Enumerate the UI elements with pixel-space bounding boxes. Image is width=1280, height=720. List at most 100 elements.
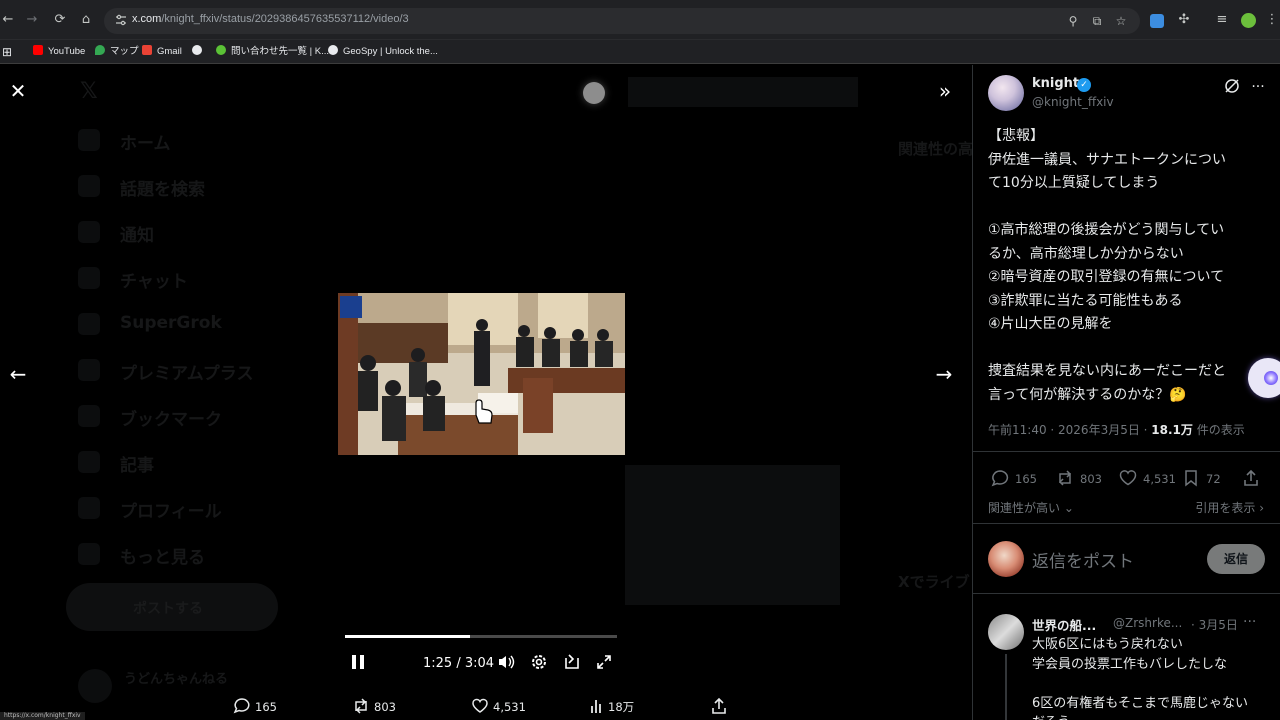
reading-list-icon[interactable]: ≡ (1214, 12, 1230, 28)
next-media-icon[interactable]: → (927, 357, 961, 391)
more-options-icon[interactable]: ··· (1249, 78, 1267, 96)
view-quotes-link[interactable]: 引用を表示 › (1195, 499, 1264, 516)
repost-stat[interactable]: 803 (1055, 468, 1102, 489)
grok-assistant-button[interactable] (1248, 358, 1280, 398)
bookmark-contacts[interactable]: 問い合わせ先一覧 | K... (216, 44, 329, 60)
forward-icon[interactable]: → (24, 12, 40, 28)
author-avatar[interactable] (988, 75, 1024, 111)
post-text-line (988, 337, 1263, 361)
video-reply-action[interactable]: 165 (233, 697, 277, 717)
bookmark-geospy[interactable]: GeoSpy | Unlock the... (328, 44, 438, 60)
reload-icon[interactable]: ⟳ (52, 12, 68, 28)
video-progress-bar[interactable] (345, 635, 617, 638)
site-settings-icon[interactable] (114, 13, 128, 27)
openai-icon (192, 45, 202, 55)
menu-icon[interactable]: ⋮ (1264, 12, 1280, 28)
video-repost-action[interactable]: 803 (352, 697, 396, 717)
bookmark-count: 72 (1206, 472, 1221, 486)
home-icon[interactable]: ⌂ (78, 12, 94, 28)
address-bar[interactable]: x.com/knight_ffxiv/status/20293864576355… (104, 8, 1140, 34)
current-user-avatar[interactable] (988, 541, 1024, 577)
author-handle[interactable]: @knight_ffxiv (1032, 95, 1114, 109)
dock-icon (565, 654, 579, 669)
tbs-logo (340, 296, 362, 318)
reply-stat[interactable]: 165 (990, 468, 1037, 489)
gear-icon (532, 655, 546, 669)
reply-icon (233, 698, 250, 714)
background-nav-item: 通知 (120, 226, 154, 246)
fullscreen-button[interactable] (596, 653, 612, 675)
post-text-line: 言って何が解決するのかな？🤔 (988, 386, 1187, 403)
video-player[interactable] (338, 293, 625, 455)
bookmark-gmail[interactable]: Gmail (142, 44, 182, 60)
url-text: x.com/knight_ffxiv/status/20293864576355… (132, 13, 409, 25)
grok-icon[interactable] (1223, 78, 1241, 96)
volume-button[interactable] (497, 653, 515, 675)
bookmark-maps[interactable]: マップ (95, 44, 139, 60)
bookmark-stat[interactable]: 72 (1181, 468, 1221, 489)
reply-author-avatar[interactable] (988, 614, 1024, 650)
background-nav-item: プロフィール (120, 502, 222, 522)
extensions-puzzle-icon[interactable]: ✣ (1176, 12, 1192, 28)
extension-icon[interactable] (1150, 14, 1164, 28)
post-meta: 午前11:40 · 2026年3月5日 · 18.1万 件の表示 (988, 421, 1245, 438)
divider (973, 451, 1280, 452)
profile-avatar[interactable] (1241, 13, 1256, 28)
like-stat[interactable]: 4,531 (1118, 468, 1176, 489)
dock-button[interactable] (563, 653, 581, 675)
post-text-line: 伊佐進一議員、サナエトークンについ (988, 151, 1226, 168)
star-icon[interactable]: ☆ (1114, 14, 1128, 28)
thread-line (1005, 654, 1007, 720)
divider (973, 593, 1280, 594)
post-view-suffix: 件の表示 (1192, 423, 1245, 437)
background-nav-icon (78, 497, 100, 519)
post-text-line: ①高市総理の後援会がどう関与してい (988, 222, 1225, 238)
repost-icon (355, 698, 367, 714)
reply-input[interactable]: 返信をポスト (1032, 547, 1134, 572)
previous-media-icon[interactable]: ← (1, 357, 35, 391)
close-icon[interactable]: ✕ (1, 74, 35, 108)
grok-orb-icon (1264, 371, 1278, 385)
cursor-highlight (583, 82, 605, 104)
video-like-count: 4,531 (493, 700, 526, 714)
install-app-icon[interactable]: ⧉ (1090, 14, 1104, 28)
video-share-action[interactable] (710, 697, 732, 717)
bookmark-openai[interactable] (192, 44, 207, 60)
reply-more-icon[interactable]: ··· (1243, 614, 1256, 630)
background-nav-icon (78, 175, 100, 197)
post-text-line: 【悲報】 (988, 128, 1044, 144)
post-view-count: 18.1万 (1151, 423, 1193, 437)
repost-icon (1058, 470, 1072, 486)
author-name[interactable]: knight (1032, 76, 1079, 91)
apps-grid-icon[interactable]: ⊞ (2, 44, 12, 60)
background-nav-item: SuperGrok (120, 313, 222, 333)
reply-author-handle[interactable]: @Zrshrke... (1113, 616, 1182, 630)
pause-button[interactable] (350, 653, 366, 675)
bookmark-icon (1185, 470, 1197, 487)
reply-text-line: だろう (1032, 713, 1272, 720)
video-reply-count: 165 (255, 700, 277, 714)
video-repost-count: 803 (374, 700, 396, 714)
reply-author-name[interactable]: 世界の船... (1032, 615, 1096, 634)
background-user-avatar (78, 669, 112, 703)
video-views-action[interactable]: 18万 (590, 697, 634, 717)
verified-badge-icon: ✓ (1077, 78, 1091, 92)
back-icon[interactable]: ← (0, 12, 16, 28)
video-progress-fill (345, 635, 471, 638)
post-panel: knight ✓ @knight_ffxiv ··· 【悲報】伊佐進一議員、サナ… (972, 65, 1280, 720)
sort-relevance-dropdown[interactable]: 関連性が高い ⌄ (988, 499, 1074, 516)
settings-button[interactable] (530, 653, 548, 675)
video-like-action[interactable]: 4,531 (471, 697, 526, 717)
expand-panel-icon[interactable]: » (928, 74, 962, 108)
reply-date[interactable]: · 3月5日 (1191, 616, 1238, 633)
zoom-icon[interactable]: ⚲ (1066, 14, 1080, 28)
reply-button[interactable]: 返信 (1207, 544, 1265, 574)
bookmark-youtube[interactable]: YouTube (33, 44, 85, 60)
background-nav-icon (78, 313, 100, 335)
reply-text-line: 6区の有権者もそこまで馬鹿じゃない (1032, 695, 1249, 711)
post-text-line: ③詐欺罪に当たる可能性もある (988, 292, 1183, 309)
post-timestamp[interactable]: 午前11:40 · 2026年3月5日 · (988, 423, 1151, 437)
share-stat[interactable] (1241, 468, 1266, 489)
background-nav-item: チャット (120, 272, 188, 292)
grok-slash-icon (1225, 79, 1239, 93)
